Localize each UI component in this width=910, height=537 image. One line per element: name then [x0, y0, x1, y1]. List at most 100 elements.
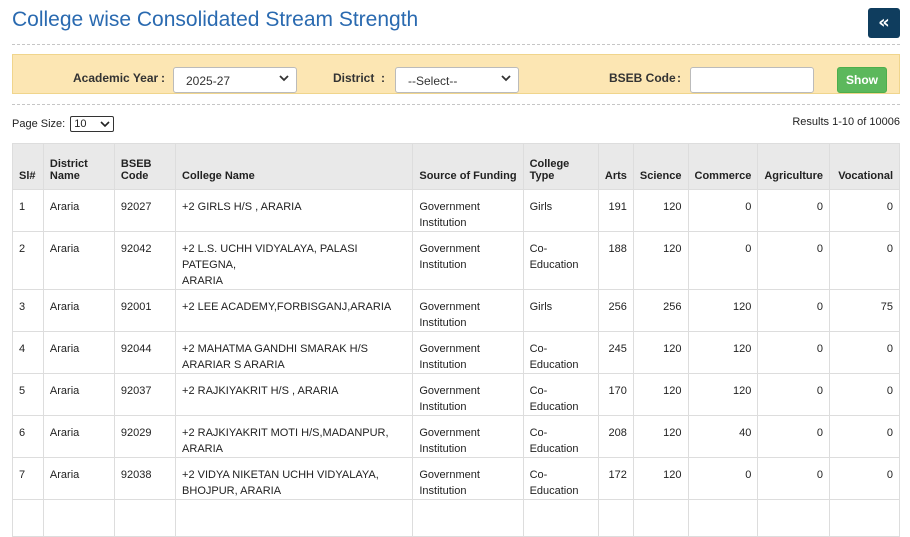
table-row: 5 Araria 92037 +2 RAJKIYAKRIT H/S , ARARIA G… — [12, 373, 900, 416]
cell-district — [42, 499, 115, 537]
cell-vocational: 0 — [829, 231, 900, 290]
cell-sl — [12, 499, 44, 537]
cell-science: 120 — [632, 457, 689, 500]
header-agriculture: Agriculture — [757, 143, 831, 190]
back-button[interactable]: « — [868, 8, 900, 38]
cell-arts — [597, 499, 634, 537]
cell-bseb-code: 92029 — [113, 415, 177, 458]
cell-district: Araria — [42, 289, 115, 332]
cell-funding: Government Institution — [412, 457, 524, 500]
header-science: Science — [632, 143, 689, 190]
cell-funding: Government Institution — [412, 373, 524, 416]
cell-college-type: Co- Education — [522, 457, 599, 500]
cell-bseb-code — [113, 499, 177, 537]
cell-funding: Government Institution — [412, 289, 524, 332]
chevron-down-icon — [279, 75, 289, 82]
header-bseb-code: BSEB Code — [113, 143, 177, 190]
cell-sl: 1 — [12, 189, 44, 232]
cell-sl: 5 — [12, 373, 44, 416]
divider — [12, 104, 900, 105]
cell-college-name — [175, 499, 414, 537]
cell-arts: 245 — [597, 331, 634, 374]
cell-agriculture: 0 — [757, 231, 831, 290]
header-college-name: College Name — [175, 143, 414, 190]
cell-bseb-code: 92042 — [113, 231, 177, 290]
cell-sl: 2 — [12, 231, 44, 290]
cell-district: Araria — [42, 331, 115, 374]
cell-college-type: Girls — [522, 289, 599, 332]
show-button[interactable]: Show — [837, 67, 887, 93]
chevron-down-icon — [100, 121, 110, 128]
cell-college-type: Co- Education — [522, 231, 599, 290]
cell-commerce: 40 — [687, 415, 759, 458]
cell-commerce: 0 — [687, 189, 759, 232]
cell-college-type: Girls — [522, 189, 599, 232]
table-header-row: Sl# District Name BSEB Code College Name S… — [12, 143, 900, 190]
cell-agriculture: 0 — [757, 289, 831, 332]
cell-science: 120 — [632, 231, 689, 290]
cell-bseb-code: 92044 — [113, 331, 177, 374]
cell-science: 256 — [632, 289, 689, 332]
cell-commerce: 120 — [687, 289, 759, 332]
cell-college-name: +2 RAJKIYAKRIT H/S , ARARIA — [175, 373, 414, 416]
chevron-down-icon — [501, 75, 511, 82]
cell-college-name: +2 L.S. UCHH VIDYALAYA, PALASI PATEGNA, A… — [175, 231, 414, 290]
page-size-label: Page Size: — [12, 117, 66, 130]
academic-year-value: 2025-27 — [186, 74, 231, 88]
double-chevron-left-icon: « — [878, 12, 890, 33]
cell-funding: Government Institution — [412, 189, 524, 232]
cell-commerce: 0 — [687, 231, 759, 290]
cell-science: 120 — [632, 189, 689, 232]
district-label: District — [333, 71, 375, 85]
cell-science: 120 — [632, 373, 689, 416]
cell-agriculture: 0 — [757, 331, 831, 374]
page-size-select[interactable]: 10 — [70, 116, 115, 132]
cell-vocational: 75 — [829, 289, 900, 332]
cell-arts: 208 — [597, 415, 634, 458]
page-size-control: Page Size: 10 — [12, 116, 115, 132]
cell-college-type: Co- Education — [522, 373, 599, 416]
cell-sl: 6 — [12, 415, 44, 458]
cell-sl: 7 — [12, 457, 44, 500]
cell-arts: 188 — [597, 231, 634, 290]
header-arts: Arts — [597, 143, 634, 190]
cell-commerce: 120 — [687, 331, 759, 374]
table-row: 3 Araria 92001 +2 LEE ACADEMY,FORBISGANJ,AR… — [12, 289, 900, 332]
cell-college-name: +2 VIDYA NIKETAN UCHH VIDYALAYA, BHOJPUR,… — [175, 457, 414, 500]
academic-year-select[interactable]: 2025-27 — [173, 67, 297, 93]
cell-commerce: 0 — [687, 457, 759, 500]
header-funding: Source of Funding — [412, 143, 524, 190]
cell-funding — [412, 499, 524, 537]
bseb-code-input[interactable] — [690, 67, 814, 93]
header-vocational: Vocational — [829, 143, 900, 190]
cell-college-name: +2 MAHATMA GANDHI SMARAK H/S ARARIAR S AR… — [175, 331, 414, 374]
district-value: --Select-- — [408, 74, 458, 88]
header-district: District Name — [42, 143, 115, 190]
table-row: 7 Araria 92038 +2 VIDYA NIKETAN UCHH VIDYAL… — [12, 457, 900, 500]
district-select[interactable]: --Select-- — [395, 67, 519, 93]
bseb-code-label: BSEB Code — [609, 71, 676, 85]
cell-vocational — [829, 499, 900, 537]
cell-vocational: 0 — [829, 331, 900, 374]
filter-bar: Academic Year : 2025-27 District : --Sel… — [12, 54, 900, 94]
cell-college-name: +2 GIRLS H/S , ARARIA — [175, 189, 414, 232]
cell-college-type: Co- Education — [522, 415, 599, 458]
page-size-value: 10 — [74, 118, 87, 130]
cell-arts: 170 — [597, 373, 634, 416]
colon: : — [677, 71, 681, 85]
cell-bseb-code: 92037 — [113, 373, 177, 416]
cell-district: Araria — [42, 189, 115, 232]
colon: : — [161, 71, 165, 85]
cell-district: Araria — [42, 231, 115, 290]
cell-district: Araria — [42, 415, 115, 458]
cell-funding: Government Institution — [412, 415, 524, 458]
cell-agriculture: 0 — [757, 415, 831, 458]
cell-science: 120 — [632, 415, 689, 458]
cell-agriculture: 0 — [757, 457, 831, 500]
cell-bseb-code: 92027 — [113, 189, 177, 232]
cell-agriculture: 0 — [757, 373, 831, 416]
cell-arts: 256 — [597, 289, 634, 332]
cell-agriculture — [757, 499, 831, 537]
cell-vocational: 0 — [829, 415, 900, 458]
stream-strength-table: Sl# District Name BSEB Code College Name S… — [12, 143, 900, 537]
